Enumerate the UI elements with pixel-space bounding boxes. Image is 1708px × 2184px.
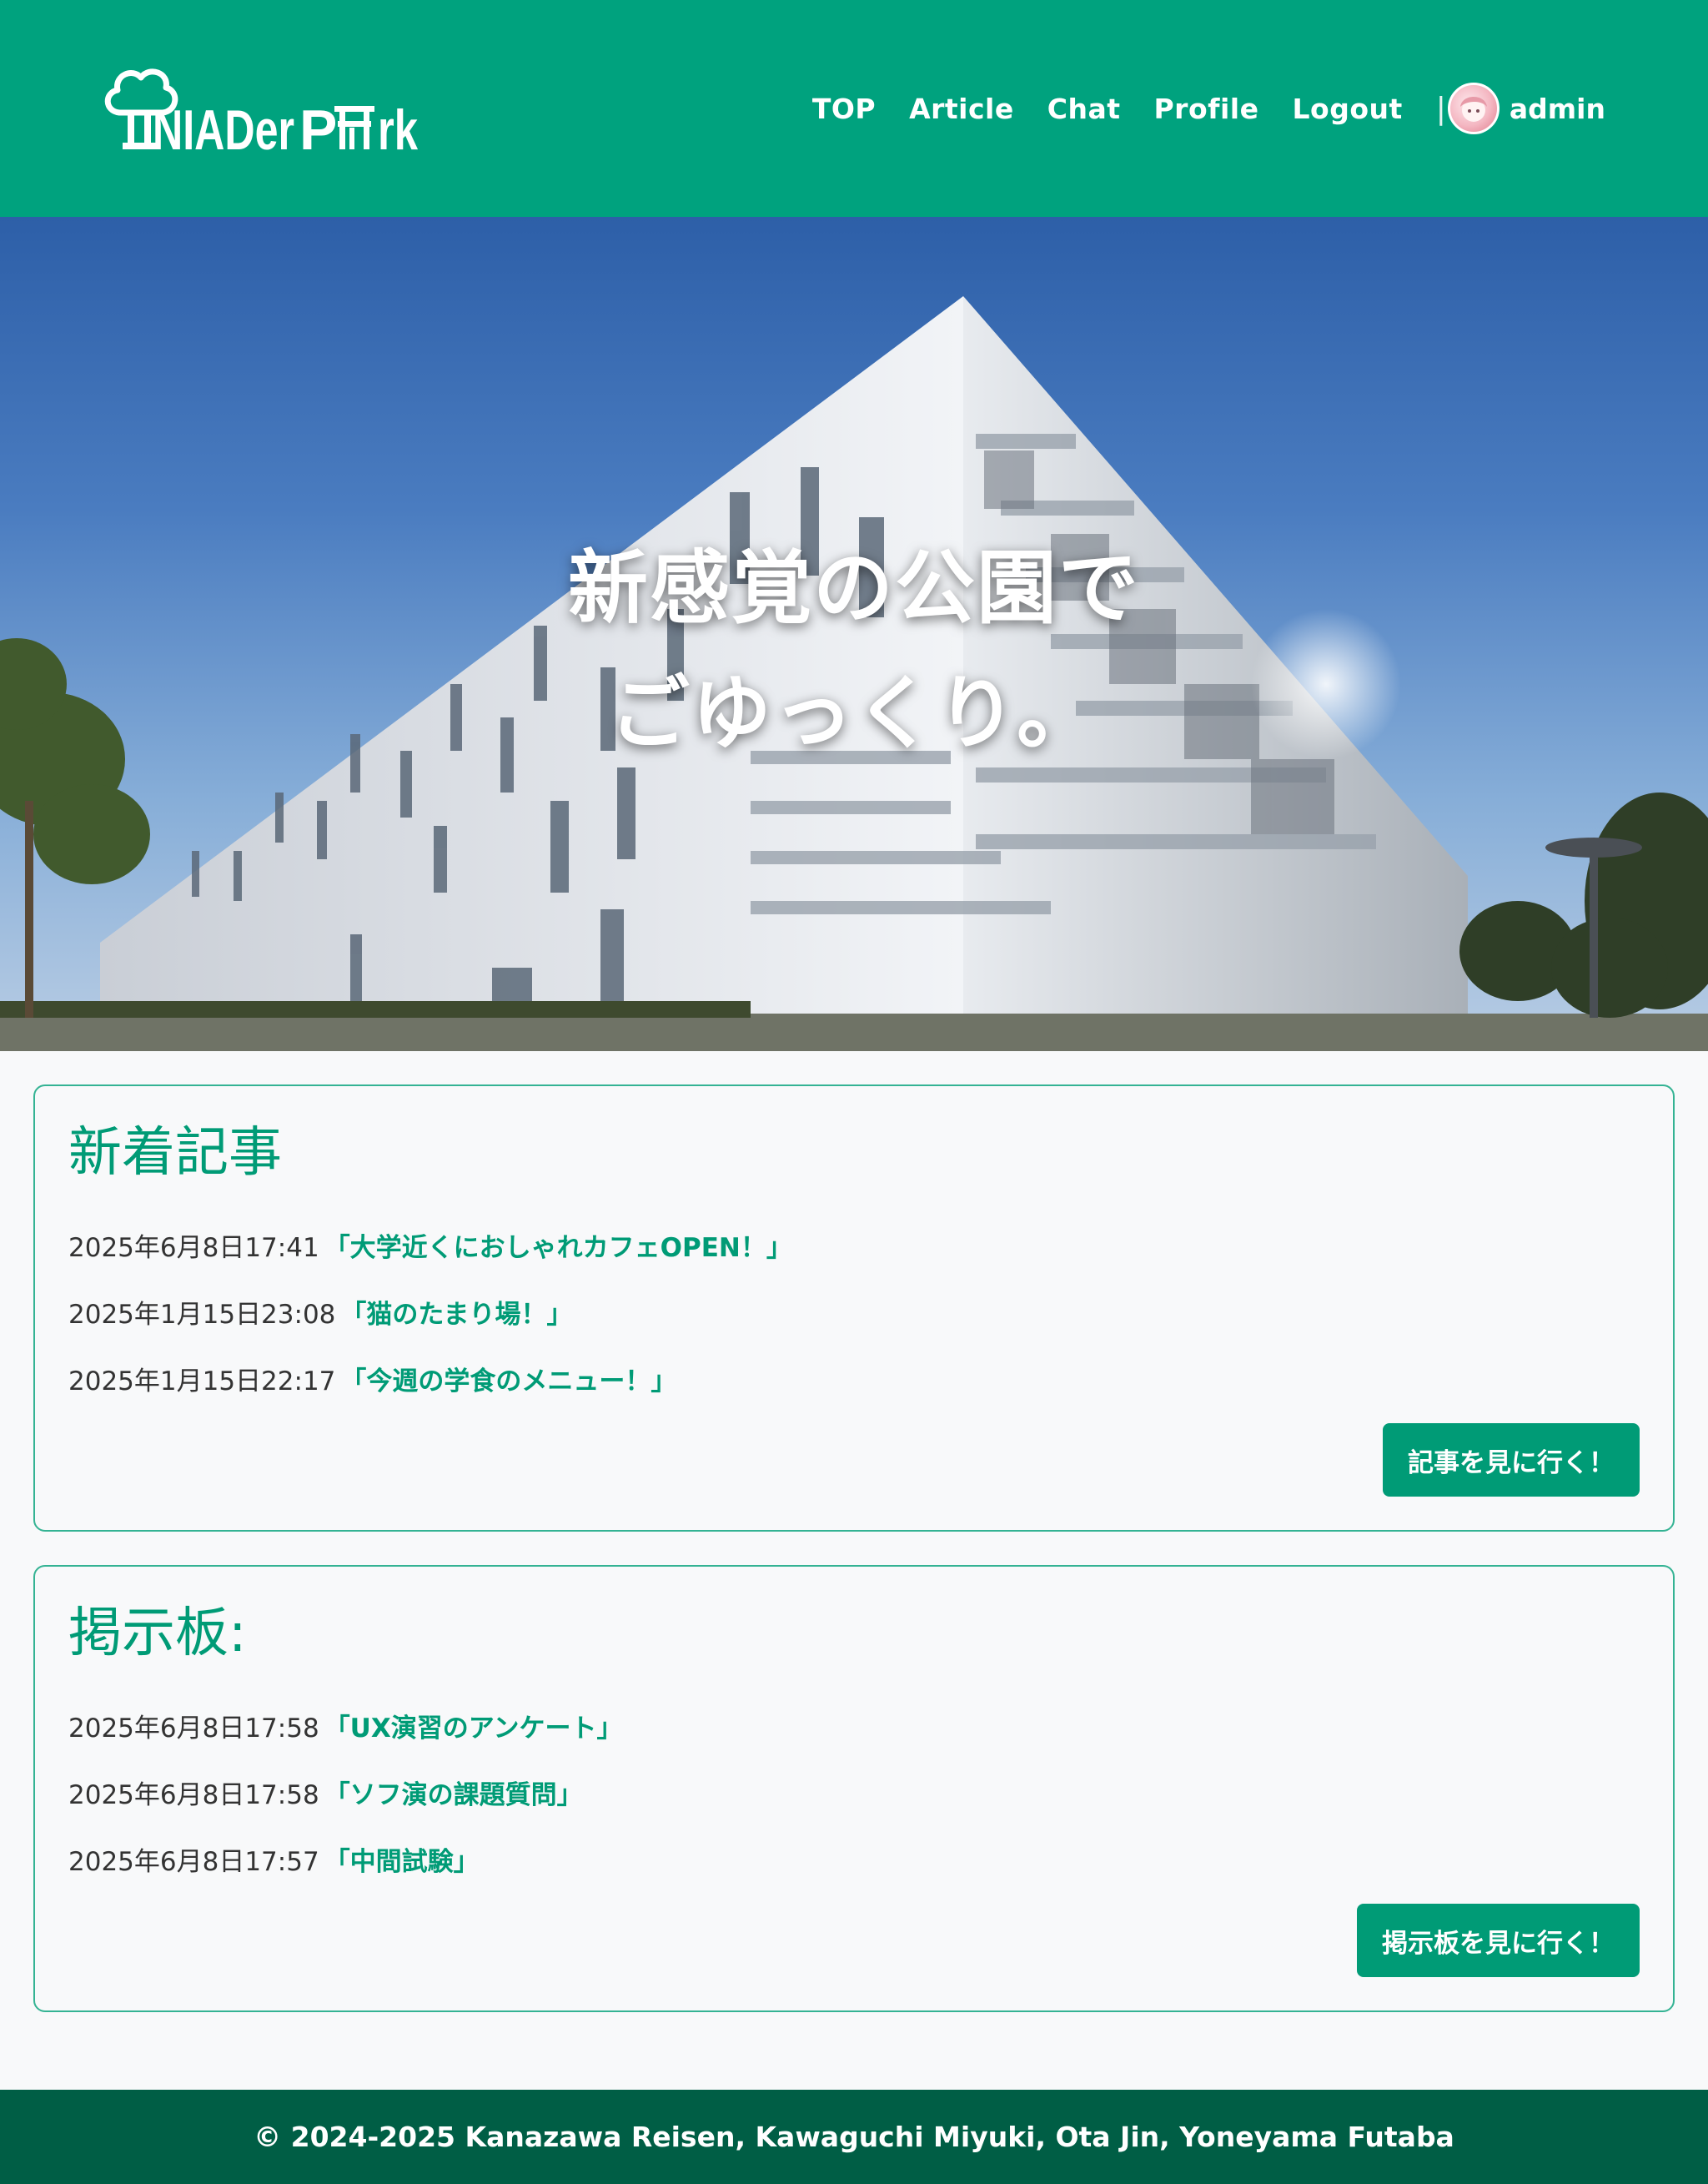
tree-logo-icon: NIADer P rk (104, 68, 418, 154)
item-date: 2025年6月8日17:58 (68, 1713, 319, 1744)
section-title: 掲示板: (68, 1603, 247, 1664)
article-link[interactable]: 「猫のたまり場！」 (340, 1300, 572, 1330)
nav-separator: | (1435, 91, 1446, 126)
main-nav: TOP Article Chat Profile Logout | admin (779, 75, 1605, 142)
nav-chat[interactable]: Chat (1047, 93, 1121, 125)
nav-top[interactable]: TOP (812, 93, 876, 125)
board-link[interactable]: 「中間試験」 (324, 1847, 480, 1877)
nav-article[interactable]: Article (909, 93, 1014, 125)
list-item: 2025年6月8日17:57 「中間試験」 (68, 1829, 1640, 1895)
new-articles-card: 新着記事 2025年6月8日17:41 「大学近くにおしゃれカフェOPEN！」 2… (33, 1084, 1675, 1532)
bulletin-board-card: 掲示板: 2025年6月8日17:58 「UX演習のアンケート」 2025年6月8… (33, 1565, 1675, 2012)
site-header: NIADer P rk TOP Article Chat Profile Log… (0, 0, 1708, 217)
copyright-text: © 2024-2025 Kanazawa Reisen, Kawaguchi M… (254, 2121, 1454, 2153)
board-link[interactable]: 「UX演習のアンケート」 (324, 1713, 623, 1744)
item-date: 2025年6月8日17:58 (68, 1780, 319, 1810)
user-name: admin (1509, 92, 1605, 125)
site-logo[interactable]: NIADer P rk (103, 63, 419, 154)
nav-logout[interactable]: Logout (1293, 93, 1403, 125)
avatar-face-icon (1459, 97, 1487, 122)
hero-title-line2: ごゆっくり。 (609, 667, 1099, 760)
logo-wordmark-p: P (299, 98, 337, 154)
item-date: 2025年6月8日17:57 (68, 1847, 319, 1877)
logo-wordmark-1: NIADer (153, 98, 294, 154)
item-date: 2025年1月15日22:17 (68, 1366, 336, 1396)
board-link[interactable]: 「ソフ演の課題質問」 (324, 1780, 583, 1810)
logo-wordmark-rk: rk (378, 98, 418, 154)
item-date: 2025年6月8日17:41 (68, 1233, 319, 1263)
article-link[interactable]: 「大学近くにおしゃれカフェOPEN！」 (324, 1233, 792, 1263)
view-board-button[interactable]: 掲示板を見に行く！ (1357, 1904, 1640, 1977)
user-menu[interactable]: admin (1447, 83, 1605, 134)
article-link[interactable]: 「今週の学食のメニュー！」 (340, 1366, 676, 1396)
view-articles-button[interactable]: 記事を見に行く！ (1383, 1423, 1640, 1497)
section-title: 新着記事 (68, 1122, 282, 1184)
list-item: 2025年6月8日17:41 「大学近くにおしゃれカフェOPEN！」 (68, 1215, 1640, 1281)
list-item: 2025年6月8日17:58 「ソフ演の課題質問」 (68, 1762, 1640, 1829)
nav-profile[interactable]: Profile (1154, 93, 1259, 125)
site-footer: © 2024-2025 Kanazawa Reisen, Kawaguchi M… (0, 2090, 1708, 2184)
item-date: 2025年1月15日23:08 (68, 1300, 336, 1330)
list-item: 2025年1月15日23:08 「猫のたまり場！」 (68, 1281, 1640, 1348)
avatar (1447, 83, 1500, 134)
hero-title-line1: 新感覚の公園で (568, 541, 1140, 635)
list-item: 2025年6月8日17:58 「UX演習のアンケート」 (68, 1695, 1640, 1762)
hero-banner: 新感覚の公園で ごゆっくり。 (0, 217, 1708, 1051)
hero-title: 新感覚の公園で ごゆっくり。 (0, 526, 1708, 776)
list-item: 2025年1月15日22:17 「今週の学食のメニュー！」 (68, 1348, 1640, 1415)
